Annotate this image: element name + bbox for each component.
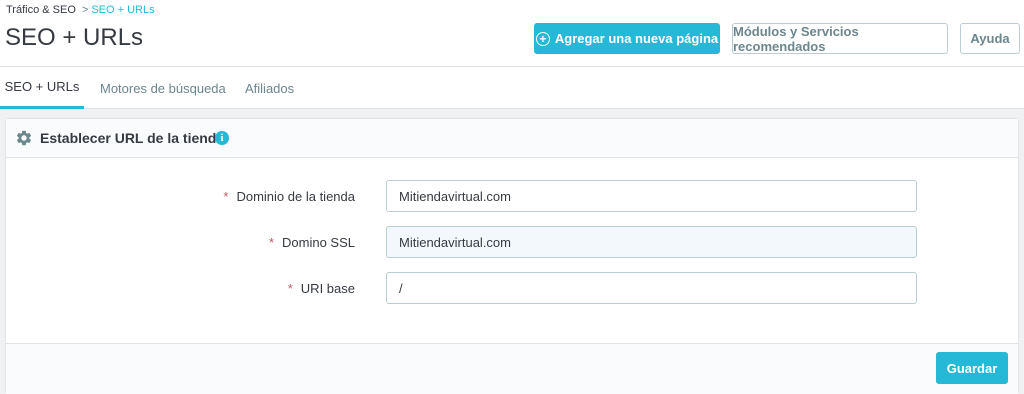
save-label: Guardar bbox=[946, 360, 998, 376]
tab-seo-urls-label: SEO + URLs bbox=[4, 79, 80, 94]
breadcrumb-current[interactable]: SEO + URLs bbox=[91, 4, 154, 16]
breadcrumb-separator: > bbox=[81, 4, 89, 16]
info-icon[interactable]: i bbox=[215, 131, 229, 145]
gear-icon bbox=[16, 130, 32, 146]
tab-affiliates-label: Afiliados bbox=[245, 80, 295, 96]
tab-bar: SEO + URLs Motores de búsqueda Afiliados bbox=[0, 67, 1024, 109]
add-new-page-button[interactable]: + Agregar una nueva página bbox=[534, 23, 720, 54]
tab-seo-urls[interactable]: SEO + URLs bbox=[0, 67, 84, 109]
recommended-modules-label: Módulos y Servicios recomendados bbox=[733, 23, 859, 54]
required-marker: * bbox=[287, 280, 293, 296]
ssl-domain-input[interactable] bbox=[386, 226, 917, 258]
breadcrumb: Tráfico & SEO > SEO + URLs bbox=[6, 4, 155, 16]
tab-search-engines[interactable]: Motores de búsqueda bbox=[100, 67, 226, 109]
panel-footer: Guardar bbox=[6, 343, 1018, 394]
add-new-page-label: Agregar una nueva página bbox=[554, 31, 719, 46]
help-button[interactable]: Ayuda bbox=[960, 23, 1020, 54]
required-marker: * bbox=[223, 188, 229, 204]
help-label: Ayuda bbox=[970, 31, 1010, 46]
plus-circle-icon: + bbox=[535, 31, 550, 46]
page-title: SEO + URLs bbox=[5, 24, 144, 51]
shop-domain-input[interactable] bbox=[386, 180, 917, 212]
base-uri-label-text: URI base bbox=[300, 280, 355, 296]
page-header: Tráfico & SEO > SEO + URLs SEO + URLs + Ag… bbox=[0, 0, 1024, 67]
panel-heading: Establecer URL de la tienda i bbox=[6, 119, 1018, 158]
shop-domain-label: * Dominio de la tienda bbox=[223, 180, 355, 212]
base-uri-label: * URI base bbox=[288, 272, 355, 304]
shop-domain-label-text: Dominio de la tienda bbox=[236, 188, 355, 204]
base-uri-input[interactable] bbox=[386, 272, 917, 304]
shop-url-panel: Establecer URL de la tienda i * Dominio … bbox=[5, 118, 1019, 394]
tab-affiliates[interactable]: Afiliados bbox=[245, 67, 294, 109]
recommended-modules-button[interactable]: Módulos y Servicios recomendados bbox=[732, 23, 948, 54]
form-row-ssl-domain: * Domino SSL bbox=[6, 226, 1018, 258]
ssl-domain-label-text: Domino SSL bbox=[282, 234, 355, 250]
form-row-base-uri: * URI base bbox=[6, 272, 1018, 304]
required-marker: * bbox=[268, 234, 275, 250]
breadcrumb-parent[interactable]: Tráfico & SEO bbox=[6, 4, 76, 16]
panel-title: Establecer URL de la tienda bbox=[40, 130, 225, 146]
ssl-domain-label: * Domino SSL bbox=[269, 226, 355, 258]
save-button[interactable]: Guardar bbox=[936, 352, 1008, 384]
form-row-shop-domain: * Dominio de la tienda bbox=[6, 180, 1018, 212]
tab-search-engines-label: Motores de búsqueda bbox=[100, 80, 226, 96]
